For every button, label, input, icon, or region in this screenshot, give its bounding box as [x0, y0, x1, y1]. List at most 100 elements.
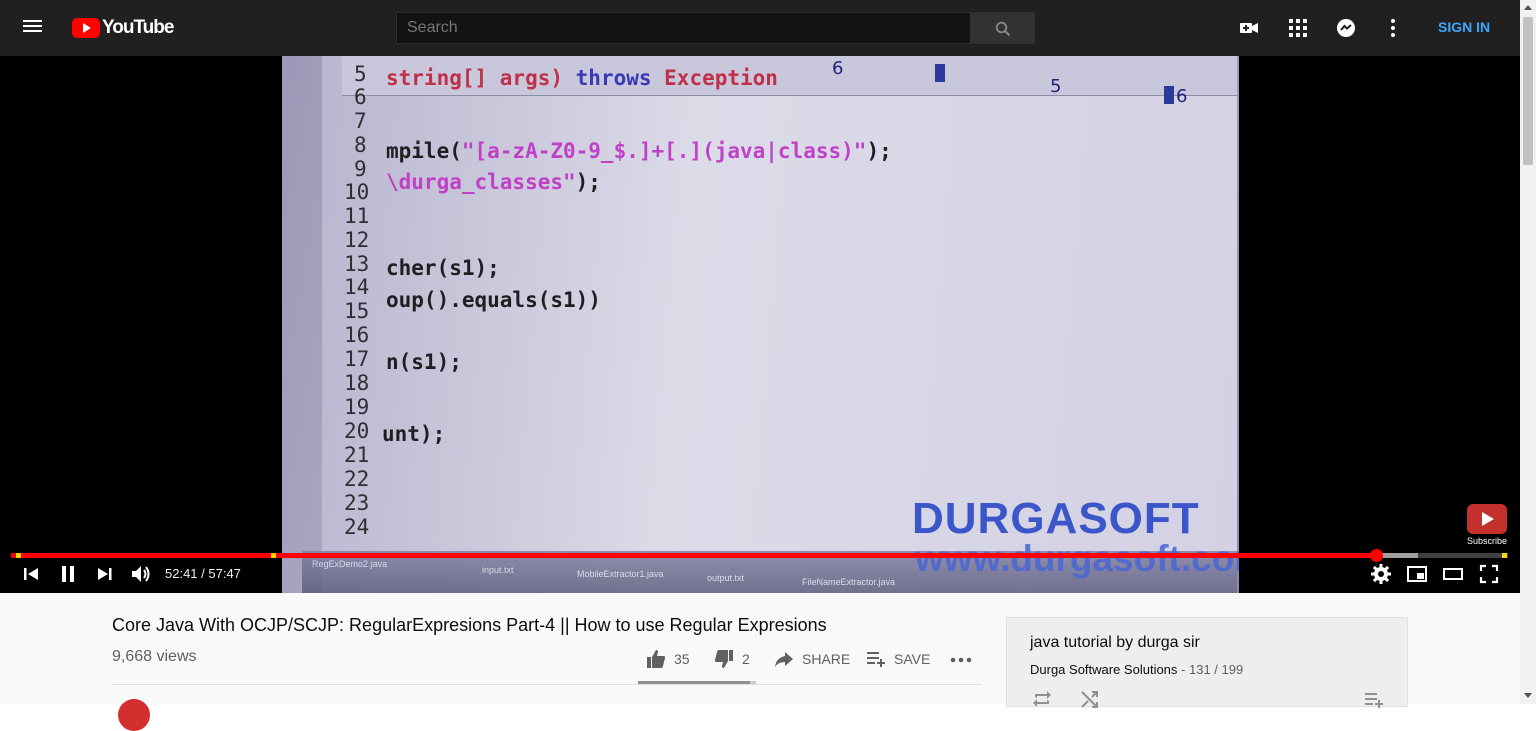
youtube-logo[interactable]: YouTube: [72, 17, 174, 39]
miniplayer-icon[interactable]: [1405, 562, 1429, 586]
thumbs-down-icon: [714, 650, 733, 668]
apps-icon[interactable]: [1286, 16, 1310, 40]
taskbar-item: output.txt: [707, 573, 745, 583]
line-number: 5: [354, 62, 367, 86]
share-label: SHARE: [802, 651, 851, 667]
previous-icon[interactable]: [20, 562, 42, 586]
code-line: \durga_classes");: [386, 170, 601, 194]
logo-text: YouTube: [102, 17, 174, 38]
scrollbar-thumb[interactable]: [1523, 17, 1533, 165]
watermark-url: www.durgasoft.com: [915, 538, 1239, 579]
line-number: 19: [344, 395, 370, 419]
masthead: YouTube SIGN IN: [0, 0, 1520, 56]
shuffle-icon[interactable]: [1079, 688, 1101, 710]
pause-icon[interactable]: [56, 562, 80, 586]
ruler-number: 5: [1050, 76, 1062, 97]
code-line: cher(s1);: [386, 256, 500, 280]
playlist-owner-name[interactable]: Durga Software Solutions: [1030, 662, 1177, 677]
sign-in-button[interactable]: SIGN IN: [1438, 19, 1490, 35]
save-label: SAVE: [894, 651, 931, 667]
code-keyword: Exception: [651, 66, 778, 90]
line-number: 6: [354, 85, 367, 109]
settings-icon[interactable]: [1369, 562, 1393, 586]
line-number: 8: [354, 133, 367, 157]
chapter-marker: [270, 553, 276, 558]
line-number: 24: [344, 515, 370, 539]
playlist-owner: Durga Software Solutions - 131 / 199: [1030, 662, 1243, 677]
dislike-button[interactable]: 2: [714, 649, 750, 669]
progress-scrubber[interactable]: [1369, 549, 1383, 562]
chapter-marker: [16, 553, 22, 558]
taskbar-item: input.txt: [482, 565, 514, 575]
like-button[interactable]: 35: [646, 649, 690, 669]
line-number: 12: [344, 228, 370, 252]
watermark-title: DURGASOFT: [912, 494, 1200, 543]
playlist-separator: -: [1177, 662, 1189, 677]
playlist-add-icon: [867, 652, 885, 667]
scroll-down-arrow-icon[interactable]: [1524, 693, 1532, 698]
progress-played: [11, 553, 1376, 558]
ruler-marker: [935, 64, 945, 82]
theater-mode-icon[interactable]: [1441, 562, 1465, 586]
create-video-icon[interactable]: [1237, 16, 1261, 40]
line-number: 17: [344, 347, 370, 371]
subscribe-button[interactable]: Subscribe: [1466, 504, 1508, 546]
more-horiz-icon[interactable]: [950, 655, 972, 665]
more-vert-icon[interactable]: [1381, 16, 1405, 40]
search-icon: [995, 21, 1011, 37]
code-line: unt);: [382, 422, 446, 446]
line-number: 14: [344, 275, 370, 299]
video-frame[interactable]: 6 5 6 5 6 7 8 9 10 11 12 13 14 15 16 17 …: [282, 56, 1239, 593]
loop-icon[interactable]: [1031, 688, 1053, 710]
line-number: 10: [344, 180, 370, 204]
volume-icon[interactable]: [129, 562, 153, 586]
code-keyword: throws: [575, 66, 652, 90]
playlist-add-icon[interactable]: [1363, 688, 1385, 710]
taskbar-item: RegExDemo2.java: [312, 559, 388, 569]
code-line: oup().equals(s1)): [386, 288, 601, 312]
playlist-title[interactable]: java tutorial by durga sir: [1030, 634, 1200, 652]
youtube-logo-icon: [72, 18, 100, 38]
line-number: 7: [354, 109, 367, 133]
progress-bar[interactable]: [11, 549, 1508, 562]
like-count: 35: [674, 651, 690, 667]
subscribe-label: Subscribe: [1466, 536, 1508, 546]
messages-icon[interactable]: [1334, 16, 1358, 40]
taskbar-item: FileNameExtractor.java: [802, 577, 896, 587]
menu-icon[interactable]: [22, 17, 50, 39]
ruler-number: 6: [832, 58, 844, 79]
line-number: 13: [344, 252, 370, 276]
video-info-section: Core Java With OCJP/SCJP: RegularExpresi…: [0, 593, 1520, 731]
code-line: mpile("[a-zA-Z0-9_$.]+[.](java|class)");: [386, 139, 892, 163]
code-line: string[] args) throws Exception: [386, 66, 778, 90]
share-button[interactable]: SHARE: [774, 649, 850, 669]
ruler-number: 6: [1176, 86, 1188, 107]
line-number: 22: [344, 467, 370, 491]
line-number: 15: [344, 299, 370, 323]
scroll-up-arrow-icon[interactable]: [1524, 5, 1532, 10]
line-number: 9: [354, 157, 367, 181]
line-number: 20: [344, 419, 370, 443]
video-player[interactable]: 6 5 6 5 6 7 8 9 10 11 12 13 14 15 16 17 …: [0, 56, 1520, 593]
code-text: string[] args): [386, 66, 576, 90]
page-scrollbar[interactable]: [1520, 0, 1536, 704]
code-text: );: [866, 139, 892, 163]
video-title: Core Java With OCJP/SCJP: RegularExpresi…: [112, 615, 827, 635]
code-string: "[a-zA-Z0-9_$.]+[.](java|class)": [461, 139, 867, 163]
save-button[interactable]: SAVE: [866, 649, 930, 669]
chapter-marker: [1501, 553, 1507, 558]
ruler-marker: [1164, 86, 1174, 104]
thumbs-up-icon: [647, 650, 666, 668]
search-input[interactable]: [396, 12, 971, 44]
code-string: \durga_classes": [386, 170, 576, 194]
search-button[interactable]: [970, 12, 1035, 44]
fullscreen-icon[interactable]: [1477, 562, 1501, 586]
line-number: 21: [344, 443, 370, 467]
line-number: 11: [344, 204, 370, 228]
view-count: 9,668 views: [112, 648, 197, 665]
code-text: mpile(: [386, 139, 462, 163]
next-icon[interactable]: [94, 562, 116, 586]
line-number: 18: [344, 371, 370, 395]
code-line: n(s1);: [386, 350, 462, 374]
divider: [112, 684, 982, 685]
